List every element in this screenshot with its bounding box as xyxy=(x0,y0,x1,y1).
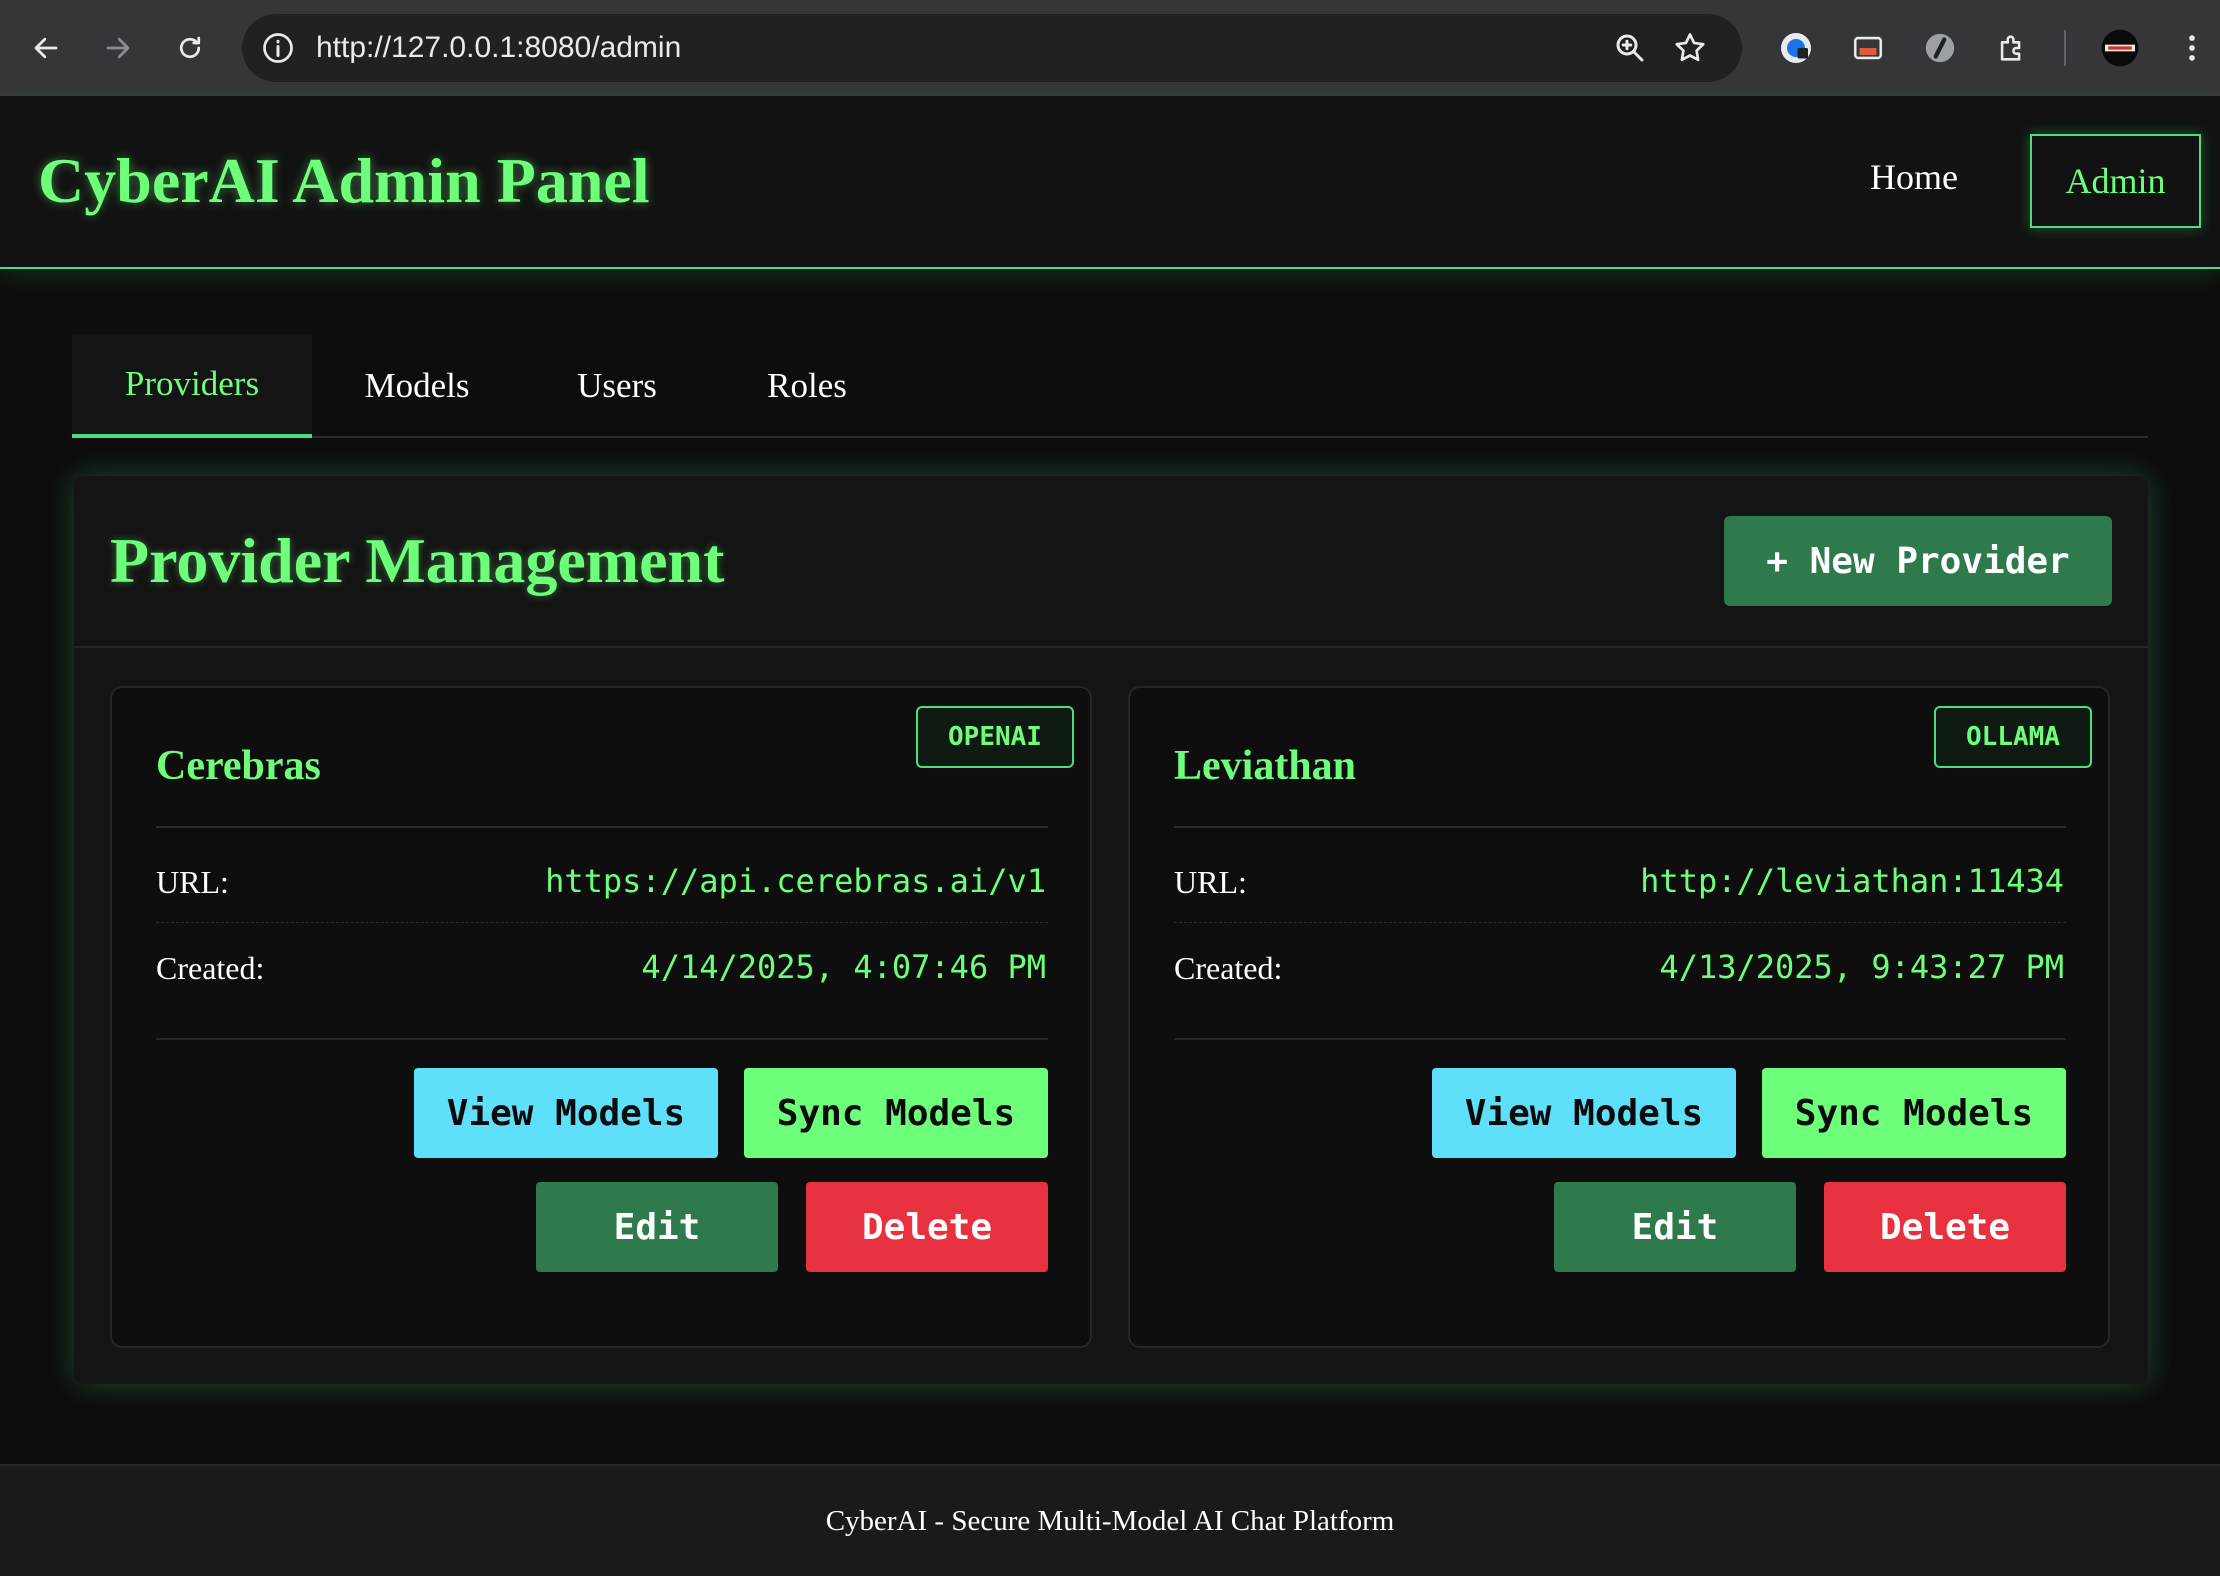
sync-models-button[interactable]: Sync Models xyxy=(1762,1068,2066,1158)
tab-providers[interactable]: Providers xyxy=(72,334,312,438)
toolbar-divider xyxy=(2064,30,2066,66)
url-label: URL: xyxy=(156,864,229,900)
tab-models[interactable]: Models xyxy=(312,334,522,438)
forward-icon[interactable] xyxy=(94,24,142,72)
tab-users[interactable]: Users xyxy=(522,334,712,438)
browser-toolbar: http://127.0.0.1:8080/admin xyxy=(0,0,2220,96)
url-text[interactable]: http://127.0.0.1:8080/admin xyxy=(316,14,681,82)
sync-models-button[interactable]: Sync Models xyxy=(744,1068,1048,1158)
footer-text: CyberAI - Secure Multi-Model AI Chat Pla… xyxy=(825,1504,1395,1537)
provider-created: 4/14/2025, 4:07:46 PM xyxy=(641,948,1046,986)
divider xyxy=(156,1038,1048,1040)
divider xyxy=(1174,1038,2066,1040)
app-header: CyberAI Admin Panel Home Admin xyxy=(0,96,2220,269)
address-bar[interactable]: http://127.0.0.1:8080/admin xyxy=(242,14,1742,82)
avatar[interactable] xyxy=(2100,28,2140,68)
provider-created: 4/13/2025, 9:43:27 PM xyxy=(1659,948,2064,986)
edit-button[interactable]: Edit xyxy=(1554,1182,1796,1272)
provider-url: https://api.cerebras.ai/v1 xyxy=(545,862,1046,900)
provider-url: http://leviathan:11434 xyxy=(1640,862,2064,900)
edit-button[interactable]: Edit xyxy=(536,1182,778,1272)
star-icon[interactable] xyxy=(1672,30,1708,66)
page-title: Provider Management xyxy=(110,525,725,596)
nav-admin-link[interactable]: Admin xyxy=(2030,134,2201,228)
provider-card: Leviathan OLLAMA URL: http://leviathan:1… xyxy=(1128,686,2110,1348)
cast-icon[interactable] xyxy=(1848,28,1888,68)
provider-type-badge: OPENAI xyxy=(916,706,1074,768)
info-icon[interactable] xyxy=(260,30,296,66)
back-icon[interactable] xyxy=(22,24,70,72)
view-models-button[interactable]: View Models xyxy=(414,1068,718,1158)
created-label: Created: xyxy=(1174,950,1283,986)
created-label: Created: xyxy=(156,950,265,986)
nav-home-link[interactable]: Home xyxy=(1870,156,1958,198)
url-label: URL: xyxy=(1174,864,1247,900)
delete-button[interactable]: Delete xyxy=(806,1182,1048,1272)
provider-card: Cerebras OPENAI URL: https://api.cerebra… xyxy=(110,686,1092,1348)
divider xyxy=(1174,826,2066,828)
admin-tabs: Providers Models Users Roles xyxy=(72,334,2148,438)
extension-icon[interactable] xyxy=(1920,28,1960,68)
puzzle-icon[interactable] xyxy=(1992,28,2032,68)
password-manager-icon[interactable] xyxy=(1776,28,1816,68)
provider-name: Leviathan xyxy=(1174,743,1357,789)
view-models-button[interactable]: View Models xyxy=(1432,1068,1736,1158)
divider xyxy=(156,922,1048,923)
provider-name: Cerebras xyxy=(156,743,321,789)
delete-button[interactable]: Delete xyxy=(1824,1182,2066,1272)
provider-management-panel: Provider Management + New Provider Cereb… xyxy=(74,476,2148,1384)
menu-icon[interactable] xyxy=(2172,28,2212,68)
panel-header: Provider Management + New Provider xyxy=(74,476,2148,648)
reload-icon[interactable] xyxy=(166,24,214,72)
tab-roles[interactable]: Roles xyxy=(712,334,902,438)
divider xyxy=(1174,922,2066,923)
new-provider-button[interactable]: + New Provider xyxy=(1724,516,2112,606)
footer: CyberAI - Secure Multi-Model AI Chat Pla… xyxy=(0,1464,2220,1576)
brand-title[interactable]: CyberAI Admin Panel xyxy=(38,144,650,218)
zoom-icon[interactable] xyxy=(1612,30,1648,66)
divider xyxy=(156,826,1048,828)
provider-type-badge: OLLAMA xyxy=(1934,706,2092,768)
